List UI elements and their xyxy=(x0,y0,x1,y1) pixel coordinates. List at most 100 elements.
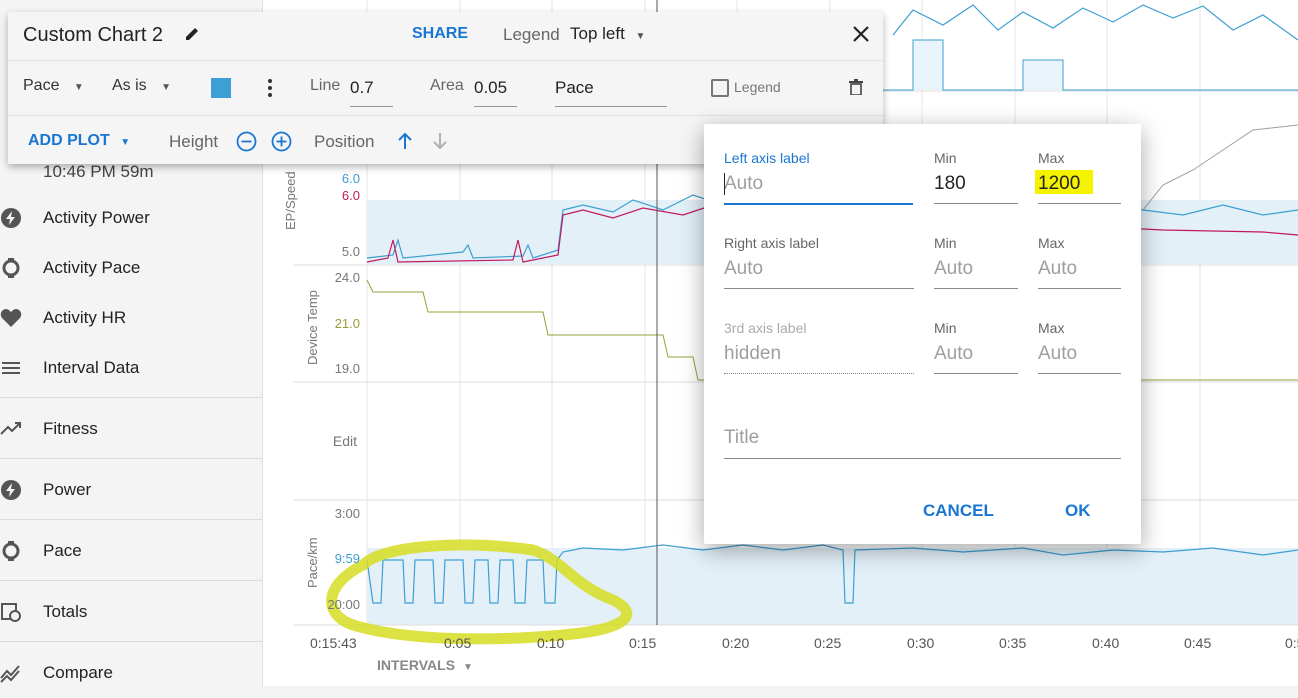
y-tick: 9:59 xyxy=(334,551,360,566)
left-max-input[interactable]: 1200 xyxy=(1038,173,1080,195)
left-min-underline xyxy=(934,203,1018,204)
area-opacity-underline xyxy=(474,106,517,107)
x-tick: 0:30 xyxy=(907,635,935,651)
y-tick: 6.0 xyxy=(341,188,360,203)
chevron-down-icon: ▼ xyxy=(120,137,131,148)
right-axis-label-input[interactable]: Auto xyxy=(724,258,763,280)
height-label: Height xyxy=(169,132,219,151)
edit-label[interactable]: Edit xyxy=(297,433,357,449)
y-tick: 3:00 xyxy=(334,506,360,521)
area-opacity-input[interactable]: 0.05 xyxy=(474,78,507,98)
third-axis-label-input: hidden xyxy=(724,343,782,364)
third-min-underline xyxy=(934,373,1018,374)
mode-select[interactable]: As is ▼ xyxy=(112,77,171,95)
sidebar-item-label: Activity HR xyxy=(43,308,127,327)
plot-name-underline xyxy=(555,106,667,107)
cancel-button[interactable]: CANCEL xyxy=(923,501,994,521)
stopwatch-icon xyxy=(0,540,22,562)
add-plot-label: ADD PLOT xyxy=(28,132,110,149)
right-min-input[interactable]: Auto xyxy=(934,258,973,280)
sidebar-item-interval-data[interactable]: Interval Data xyxy=(0,343,262,393)
intervals-label: INTERVALS xyxy=(377,657,456,673)
sidebar-divider xyxy=(0,458,262,459)
ok-button[interactable]: OK xyxy=(1065,501,1091,521)
area-label: Area xyxy=(430,77,464,94)
position-label: Position xyxy=(314,132,375,151)
third-min-caption: Min xyxy=(934,320,957,336)
legend-checkbox-label: Legend xyxy=(734,79,781,95)
sidebar-item-power[interactable]: Power xyxy=(0,465,262,515)
x-tick: 0:20 xyxy=(722,635,750,651)
stopwatch-icon xyxy=(0,257,22,279)
color-swatch[interactable] xyxy=(211,78,231,98)
compare-icon xyxy=(0,662,22,684)
left-min-input[interactable]: 180 xyxy=(934,173,966,195)
y-tick: 20:00 xyxy=(327,597,360,612)
sidebar-item-compare[interactable]: Compare xyxy=(0,648,262,698)
left-axis-label-underline xyxy=(724,203,913,205)
share-button[interactable]: SHARE xyxy=(412,25,468,43)
right-min-caption: Min xyxy=(934,235,957,251)
pencil-icon[interactable] xyxy=(184,26,200,47)
y-tick: 24.0 xyxy=(334,270,360,285)
chevron-down-icon: ▼ xyxy=(73,82,84,93)
right-min-underline xyxy=(934,288,1018,289)
bolt-icon xyxy=(0,479,22,501)
sidebar-item-label: Pace xyxy=(43,541,82,560)
third-max-input[interactable]: Auto xyxy=(1038,343,1077,365)
title-input[interactable]: Title xyxy=(724,427,759,449)
sidebar-time-row: 10:46 PM 59m xyxy=(43,162,154,181)
left-max-caption: Max xyxy=(1038,150,1065,166)
sidebar-item-activity-hr[interactable]: Activity HR xyxy=(0,293,262,343)
x-tick: 0:5 xyxy=(1285,635,1298,651)
legend-label: Legend xyxy=(503,25,560,44)
plot-name-input[interactable]: Pace xyxy=(555,78,594,98)
add-plot-button[interactable]: ADD PLOT ▼ xyxy=(28,132,130,150)
arrow-down-icon[interactable] xyxy=(432,132,448,155)
sidebar-item-pace[interactable]: Pace xyxy=(0,526,262,576)
intervals-dropdown[interactable]: INTERVALS ▼ xyxy=(377,657,473,673)
text-cursor xyxy=(724,173,725,195)
left-max-underline xyxy=(1038,203,1121,204)
sidebar-item-activity-power[interactable]: Activity Power xyxy=(0,193,262,243)
heart-icon xyxy=(0,307,22,329)
sidebar-divider xyxy=(0,641,262,642)
arrow-up-icon[interactable] xyxy=(397,132,413,155)
legend-position-value: Top left xyxy=(570,24,625,43)
legend-checkbox[interactable] xyxy=(711,79,729,97)
line-label: Line xyxy=(310,77,341,94)
x-tick: 0:25 xyxy=(814,635,842,651)
legend-position-select[interactable]: Top left ▼ xyxy=(570,24,645,44)
chevron-down-icon: ▼ xyxy=(462,662,473,673)
metric-value: Pace xyxy=(23,77,60,94)
chevron-down-icon: ▼ xyxy=(161,82,172,93)
line-width-input[interactable]: 0.7 xyxy=(350,78,374,98)
right-max-input[interactable]: Auto xyxy=(1038,258,1077,280)
sidebar-item-label: Fitness xyxy=(43,419,98,438)
sidebar-item-fitness[interactable]: Fitness xyxy=(0,404,262,454)
left-min-caption: Min xyxy=(934,150,957,166)
third-axis-label-caption: 3rd axis label xyxy=(724,320,807,336)
y-tick: 19.0 xyxy=(334,361,360,376)
sidebar-item-totals[interactable]: Totals xyxy=(0,587,262,637)
x-tick: 0:05 xyxy=(444,635,472,651)
y-axis-label-ep-speed: EP/Speed xyxy=(283,171,298,230)
y-tick: 5.0 xyxy=(341,244,360,259)
sidebar-item-activity-pace[interactable]: Activity Pace xyxy=(0,243,262,293)
third-min-input[interactable]: Auto xyxy=(934,343,973,365)
sidebar-item-label: Interval Data xyxy=(43,358,140,377)
sidebar-divider xyxy=(0,397,262,398)
axis-settings-dialog: Left axis label Auto Min 180 Max 1200 Ri… xyxy=(704,124,1141,544)
x-tick: 0:35 xyxy=(999,635,1027,651)
close-icon[interactable] xyxy=(851,24,871,49)
plus-circle-icon[interactable] xyxy=(271,131,292,157)
more-vert-icon[interactable] xyxy=(267,78,273,103)
sidebar-item-label: Power xyxy=(43,480,92,499)
chevron-down-icon: ▼ xyxy=(635,31,646,42)
minus-circle-icon[interactable] xyxy=(236,131,257,157)
metric-select[interactable]: Pace ▼ xyxy=(23,77,84,95)
y-tick: 21.0 xyxy=(334,316,360,331)
bolt-icon xyxy=(0,207,22,229)
left-axis-label-input[interactable]: Auto xyxy=(724,173,763,195)
delete-icon[interactable] xyxy=(849,79,863,100)
